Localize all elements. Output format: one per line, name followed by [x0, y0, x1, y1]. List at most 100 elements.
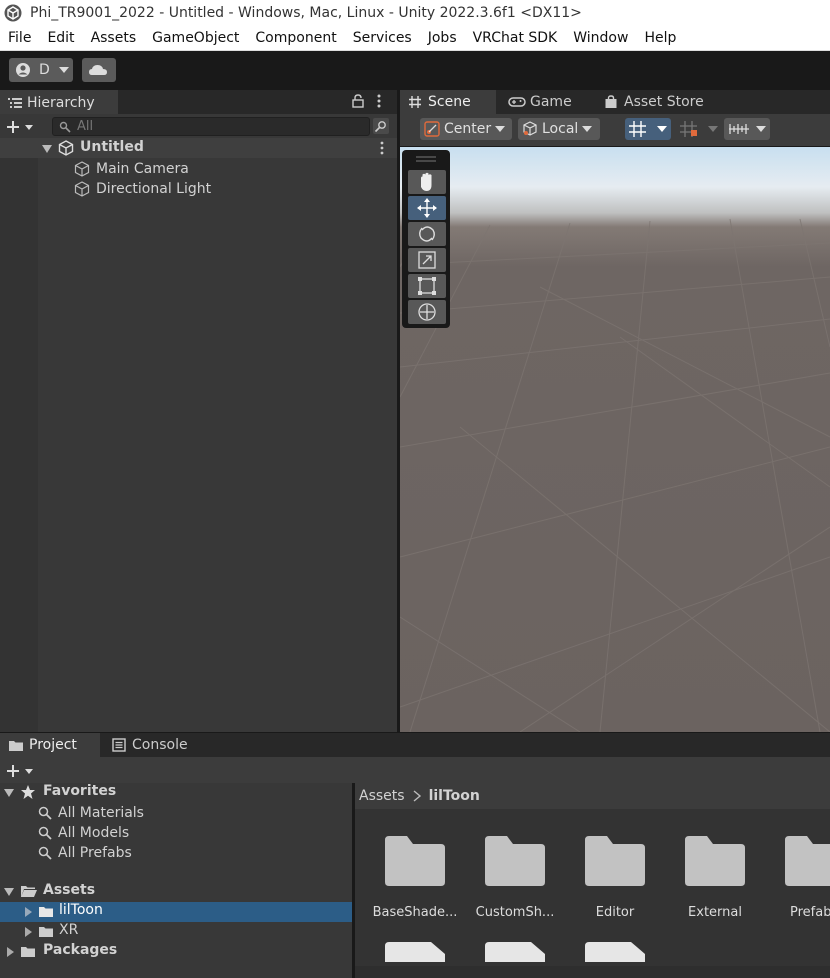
folder-icon[interactable]	[685, 836, 745, 886]
folder-open-icon	[21, 886, 37, 897]
account-label: D	[39, 62, 50, 78]
search-icon	[38, 806, 52, 820]
chevron-down-icon	[495, 126, 506, 132]
menu-edit[interactable]: Edit	[39, 30, 82, 46]
menu-help[interactable]: Help	[636, 30, 684, 46]
increment-snap-icon	[680, 121, 697, 137]
account-dropdown[interactable]: D	[9, 58, 73, 82]
tab-hierarchy[interactable]: Hierarchy	[0, 90, 118, 114]
scene-name: Untitled	[80, 139, 144, 155]
file-icon[interactable]	[385, 942, 445, 962]
search-scope-icon[interactable]	[372, 117, 390, 135]
menu-assets[interactable]: Assets	[83, 30, 145, 46]
hierarchy-gutter	[0, 158, 38, 732]
create-button[interactable]	[6, 117, 40, 136]
tab-asset-store-label: Asset Store	[624, 94, 704, 110]
chevron-down-icon	[58, 67, 69, 73]
folder-icon[interactable]	[385, 836, 445, 886]
file-icon[interactable]	[585, 942, 645, 962]
scene-viewport[interactable]	[400, 147, 830, 732]
favorite-label: All Materials	[58, 805, 144, 821]
collapsed-arrow-icon[interactable]	[6, 947, 14, 957]
favorite-label: All Models	[58, 825, 130, 841]
project-create-button[interactable]	[6, 762, 40, 780]
hierarchy-item-label: Main Camera	[96, 161, 189, 177]
menu-jobs[interactable]: Jobs	[420, 30, 465, 46]
window-title: Phi_TR9001_2022 - Untitled - Windows, Ma…	[30, 5, 582, 21]
pivot-icon	[424, 121, 440, 137]
pivot-rotation-dropdown[interactable]: Local	[518, 118, 600, 140]
favorite-all-materials[interactable]: All Materials	[38, 803, 144, 823]
tab-project-label: Project	[29, 737, 77, 753]
more-options-icon[interactable]	[374, 94, 384, 108]
packages-label[interactable]: Packages	[43, 942, 117, 958]
menu-file[interactable]: File	[0, 30, 39, 46]
expand-arrow-icon[interactable]	[42, 144, 52, 154]
tree-item-label: lilToon	[59, 902, 103, 918]
folder-icon[interactable]	[485, 836, 545, 886]
palette-drag-handle[interactable]	[416, 155, 436, 163]
tab-console[interactable]: Console	[104, 733, 188, 757]
hash-icon	[409, 96, 421, 108]
expand-arrow-icon[interactable]	[4, 887, 14, 897]
chevron-down-icon	[25, 124, 33, 130]
list-icon	[8, 98, 22, 108]
expand-arrow-icon[interactable]	[4, 788, 14, 798]
hand-icon	[421, 172, 432, 191]
favorite-all-models[interactable]: All Models	[38, 823, 129, 843]
console-icon	[112, 738, 126, 752]
transform-icon	[418, 303, 436, 321]
folder-label: BaseShade...	[372, 905, 458, 920]
hierarchy-search-input[interactable]: All	[52, 117, 370, 136]
search-icon	[59, 121, 71, 133]
pivot-rotation-label: Local	[542, 121, 579, 137]
increment-snapping-toggle[interactable]	[676, 118, 720, 140]
collapsed-arrow-icon[interactable]	[24, 927, 32, 937]
folder-icon[interactable]	[785, 836, 830, 886]
folder-label: External	[688, 905, 742, 920]
breadcrumb: Assets lilToon	[355, 783, 830, 809]
local-cube-icon	[523, 121, 537, 136]
hierarchy-item-main-camera[interactable]: Main Camera	[74, 159, 189, 179]
tab-asset-store[interactable]: Asset Store	[596, 90, 726, 114]
lock-icon[interactable]	[352, 94, 364, 108]
pivot-mode-label: Center	[444, 121, 492, 137]
scale-icon	[418, 251, 436, 269]
cloud-button[interactable]	[82, 58, 116, 82]
chevron-right-icon	[413, 790, 421, 802]
folder-icon[interactable]	[585, 836, 645, 886]
folder-icon	[9, 740, 23, 751]
hand-tool-button[interactable]	[408, 170, 446, 194]
menu-services[interactable]: Services	[345, 30, 420, 46]
favorite-all-prefabs[interactable]: All Prefabs	[38, 843, 132, 863]
tab-scene[interactable]: Scene	[400, 90, 496, 114]
rotate-tool-button[interactable]	[408, 222, 446, 246]
menu-gameobject[interactable]: GameObject	[144, 30, 247, 46]
plus-icon	[7, 765, 19, 777]
hierarchy-item-directional-light[interactable]: Directional Light	[74, 179, 211, 199]
scene-options-icon[interactable]	[378, 141, 386, 155]
breadcrumb-assets[interactable]: Assets	[359, 788, 405, 804]
menu-window[interactable]: Window	[565, 30, 636, 46]
chevron-down-icon	[708, 126, 718, 132]
tab-game[interactable]: Game	[500, 90, 596, 114]
collapsed-arrow-icon[interactable]	[24, 907, 32, 917]
main-toolbar	[0, 51, 830, 89]
transform-tool-button[interactable]	[408, 300, 446, 324]
scale-tool-button[interactable]	[408, 248, 446, 272]
tree-item-xr[interactable]: XR	[59, 922, 78, 938]
file-icon[interactable]	[485, 942, 545, 962]
pivot-mode-dropdown[interactable]: Center	[420, 118, 512, 140]
ruler-dropdown[interactable]	[724, 118, 770, 140]
tab-project[interactable]: Project	[0, 733, 100, 757]
scene-grid	[400, 218, 830, 732]
chevron-down-icon	[582, 126, 593, 132]
grid-snapping-toggle[interactable]	[625, 118, 671, 140]
horizontal-scrollbar[interactable]	[355, 966, 830, 978]
menu-component[interactable]: Component	[247, 30, 344, 46]
rect-tool-button[interactable]	[408, 274, 446, 298]
menu-vrchat-sdk[interactable]: VRChat SDK	[465, 30, 566, 46]
star-icon	[21, 785, 35, 799]
move-tool-button[interactable]	[408, 196, 446, 220]
breadcrumb-liltoon[interactable]: lilToon	[429, 788, 480, 804]
